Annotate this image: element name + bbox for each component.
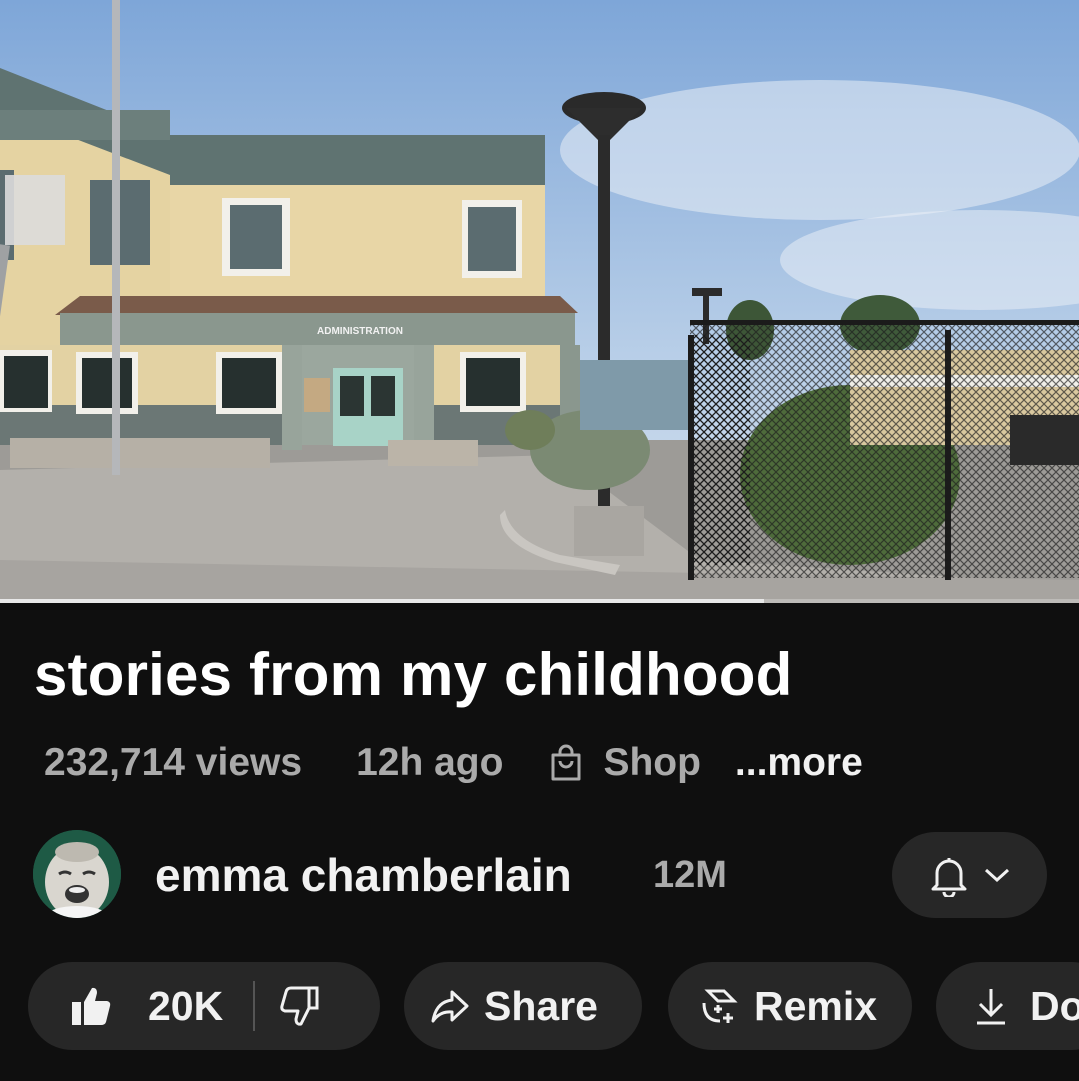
- share-button[interactable]: Share: [404, 962, 642, 1050]
- download-button[interactable]: Do: [936, 962, 1079, 1050]
- like-dislike-group: 20K: [28, 962, 380, 1050]
- action-bar: 20K Share Remix Do: [28, 962, 1079, 1050]
- like-button[interactable]: 20K: [70, 983, 223, 1030]
- upload-age: 12h ago: [356, 741, 504, 784]
- bell-icon: [931, 858, 966, 897]
- shopping-bag-icon: [551, 744, 581, 781]
- share-arrow-icon: [431, 990, 469, 1023]
- shop-label: Shop: [603, 741, 701, 784]
- channel-name[interactable]: emma chamberlain: [155, 848, 572, 902]
- notifications-button[interactable]: [892, 832, 1047, 918]
- thumbs-up-icon: [72, 987, 111, 1025]
- thumbs-down-icon: [280, 986, 319, 1026]
- dislike-button[interactable]: [277, 984, 321, 1028]
- more-description-link[interactable]: ...more: [735, 741, 863, 785]
- view-count: 232,714 views: [44, 741, 303, 784]
- building-sign: ADMINISTRATION: [317, 326, 403, 337]
- shop-link[interactable]: Shop: [549, 741, 701, 785]
- video-player[interactable]: ADMINISTRATION: [0, 0, 1079, 603]
- chevron-down-icon: [984, 868, 1009, 883]
- remix-label: Remix: [754, 982, 878, 1029]
- download-label: Do: [1030, 982, 1079, 1029]
- download-icon: [977, 989, 1005, 1025]
- video-title: stories from my childhood: [34, 641, 793, 708]
- subscriber-count: 12M: [653, 854, 727, 896]
- like-divider: [253, 981, 256, 1031]
- video-frame-school-building: ADMINISTRATION: [0, 0, 1079, 603]
- channel-row: emma chamberlain 12M: [33, 830, 1053, 918]
- video-progress-bar[interactable]: [0, 599, 1079, 603]
- like-count: 20K: [148, 982, 224, 1029]
- remix-icon: [702, 989, 738, 1023]
- share-label: Share: [484, 982, 598, 1029]
- channel-avatar[interactable]: [33, 830, 121, 918]
- remix-button[interactable]: Remix: [668, 962, 912, 1050]
- video-progress-fill: [0, 599, 764, 603]
- crying-baby-avatar-icon: [33, 830, 121, 918]
- video-meta-row[interactable]: 232,714 views 12h ago Shop ...more: [44, 738, 863, 788]
